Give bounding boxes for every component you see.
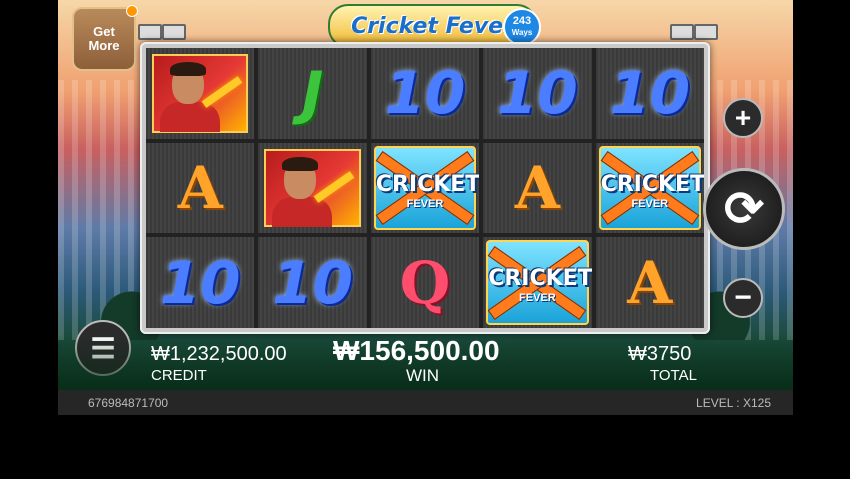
wild-symbol: CRICKET FEVER — [598, 145, 704, 231]
credit-value: ₩1,232,500.00 — [151, 343, 287, 365]
increase-bet-button[interactable]: + — [723, 98, 763, 138]
reel-cell: 10 — [258, 237, 367, 328]
wild-symbol: CRICKET FEVER — [373, 145, 480, 231]
symbol-q: Q — [399, 248, 451, 317]
wild-sublabel: FEVER — [406, 197, 444, 210]
symbol-10: 10 — [159, 248, 241, 317]
cricket-player-symbol — [152, 54, 249, 133]
reel-cell: Q — [370, 237, 480, 328]
floodlight-icon — [670, 24, 694, 40]
reel-grid: J 10 10 10 A CRICKET FEVER A CRICKET FEV… — [146, 48, 704, 328]
credit-label: CREDIT — [151, 367, 207, 384]
wild-label: CRICKET — [375, 171, 480, 197]
total-bet-label: TOTAL — [650, 367, 697, 384]
spin-icon: ⟳ — [723, 183, 765, 236]
get-more-label-1: Get — [93, 24, 115, 39]
floodlight-icon — [162, 24, 186, 40]
reel-cell — [258, 142, 367, 234]
symbol-10: 10 — [609, 59, 691, 128]
reel-cell: 10 — [595, 48, 704, 139]
symbol-10: 10 — [384, 59, 466, 128]
floodlight-icon — [694, 24, 718, 40]
symbol-j: J — [301, 59, 324, 128]
ways-badge: 243 Ways — [503, 8, 541, 46]
reel-cell: A — [146, 142, 255, 234]
wild-symbol: CRICKET FEVER — [486, 240, 592, 325]
game-title: Cricket Fever — [351, 13, 514, 39]
wild-label: CRICKET — [600, 171, 704, 197]
symbol-10: 10 — [497, 59, 578, 128]
cricket-player-symbol — [264, 148, 361, 228]
symbol-a: A — [177, 153, 223, 222]
ways-number: 243 — [512, 15, 532, 27]
reel-cell: 10 — [146, 237, 255, 328]
win-value: ₩156,500.00 — [333, 335, 500, 366]
symbol-a: A — [514, 153, 560, 222]
reel-cell: CRICKET FEVER — [483, 237, 592, 328]
reel-cell: CRICKET FEVER — [595, 142, 704, 234]
ways-label: Ways — [511, 28, 533, 37]
reel-cell — [146, 48, 255, 139]
level-indicator: LEVEL : X125 — [696, 396, 771, 410]
symbol-a: A — [627, 248, 673, 317]
spin-button[interactable]: ⟳ — [703, 168, 785, 250]
wild-sublabel: FEVER — [631, 197, 669, 210]
wild-sublabel: FEVER — [519, 292, 556, 305]
win-label: WIN — [406, 366, 440, 385]
get-more-button[interactable]: Get More — [72, 5, 138, 71]
decrease-bet-button[interactable]: − — [723, 278, 763, 318]
symbol-10: 10 — [272, 248, 353, 317]
reel-cell: 10 — [483, 48, 592, 139]
plus-icon: + — [734, 102, 752, 133]
status-bar: 676984871700 LEVEL : X125 — [58, 390, 793, 415]
total-bet-value: ₩3750 — [628, 343, 692, 365]
reel-cell: A — [595, 237, 704, 328]
get-more-label-2: More — [88, 38, 120, 53]
minus-icon: − — [734, 281, 752, 314]
game-id: 676984871700 — [88, 396, 169, 410]
reel-frame: J 10 10 10 A CRICKET FEVER A CRICKET FEV… — [140, 42, 710, 334]
game-canvas: Cricket Fever 243 Ways Get More J 10 10 … — [58, 0, 793, 415]
notification-dot-icon — [126, 5, 138, 17]
reel-cell: A — [483, 142, 592, 234]
floodlight-icon — [138, 24, 162, 40]
wild-label: CRICKET — [488, 266, 592, 292]
reel-cell: J — [258, 48, 367, 139]
reel-cell: CRICKET FEVER — [370, 142, 480, 234]
reel-cell: 10 — [370, 48, 480, 139]
